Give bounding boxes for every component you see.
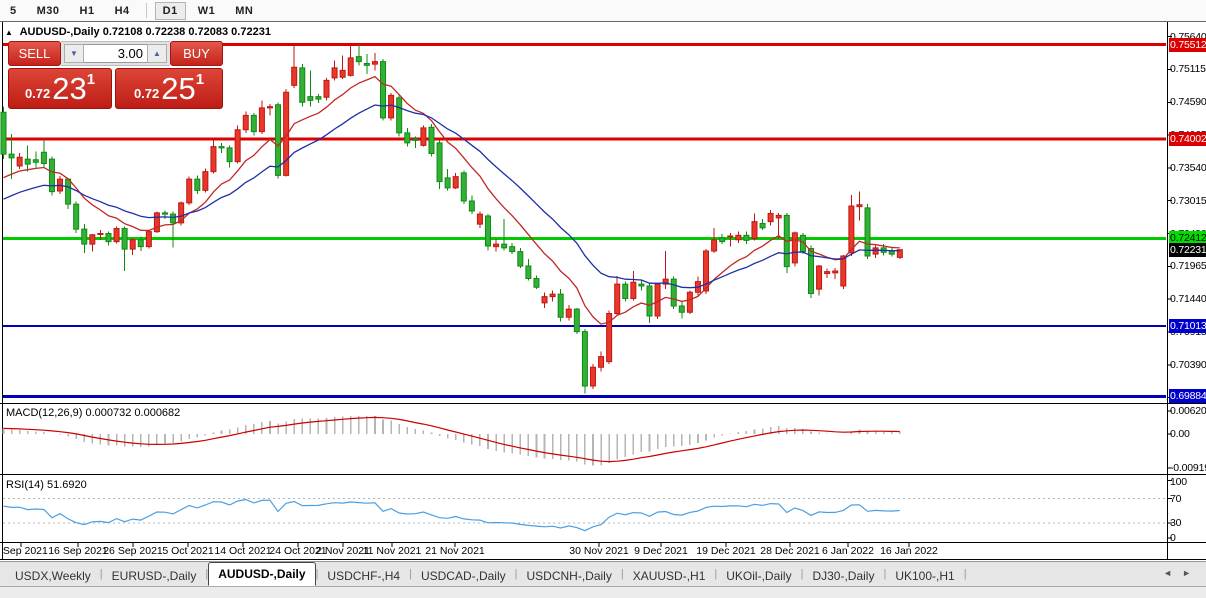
date-tick-label: 30 Nov 2021 — [569, 545, 629, 557]
volume-stepper: ▼ ▲ — [61, 41, 170, 66]
chart-ohlc-values: 0.72108 0.72238 0.72083 0.72231 — [103, 26, 271, 38]
price-level-badge: 0.72231 — [1169, 243, 1206, 257]
macd-tick-label: -0.009197 — [1170, 462, 1206, 474]
buy-price-pip: 1 — [196, 71, 204, 88]
buy-price-box[interactable]: 0.72 25 1 — [115, 68, 223, 109]
volume-input[interactable] — [84, 44, 147, 63]
sell-price-big: 23 — [52, 73, 86, 104]
date-tick-label: 19 Dec 2021 — [696, 545, 756, 557]
price-level-badge: 0.75512 — [1169, 38, 1206, 52]
tab-scroll-left-icon[interactable]: ◄ — [1163, 568, 1182, 578]
price-level-badge: 0.71013 — [1169, 319, 1206, 333]
price-tick-label: 0.73015 — [1170, 195, 1206, 207]
rsi-tick-label: 70 — [1170, 493, 1181, 505]
price-tick-label: 0.74590 — [1170, 96, 1206, 108]
date-tick-label: 11 Nov 2021 — [363, 545, 422, 557]
sell-price-small: 0.72 — [25, 86, 50, 101]
buy-button[interactable]: BUY — [170, 41, 223, 66]
date-tick-label: 5 Oct 2021 — [162, 545, 213, 557]
price-tick-label: 0.71965 — [1170, 260, 1206, 272]
date-tick-label: 7 Sep 2021 — [0, 545, 48, 557]
sell-price-pip: 1 — [87, 71, 95, 88]
sell-price-box[interactable]: 0.72 23 1 — [8, 68, 112, 109]
tab-scroll-arrows: ◄► — [1163, 568, 1201, 578]
price-tick-label: 0.70390 — [1170, 359, 1206, 371]
trading-platform-window: 5M30H1H4D1W1MN ▲ AUDUSD-,Daily 0.72108 0… — [0, 0, 1206, 598]
collapse-chart-icon[interactable]: ▲ — [5, 28, 13, 37]
rsi-tick-label: 0 — [1170, 532, 1176, 544]
macd-tick-label: 0.00 — [1170, 428, 1190, 440]
rsi-tick-label: 100 — [1170, 476, 1187, 488]
macd-tick-label: 0.006201 — [1170, 405, 1206, 417]
date-tick-label: 6 Jan 2022 — [822, 545, 874, 557]
one-click-trading-panel: SELL ▼ ▲ BUY 0.72 23 1 0.72 25 1 — [8, 41, 223, 109]
date-tick-label: 16 Jan 2022 — [880, 545, 938, 557]
chart-symbol-label: AUDUSD-,Daily — [20, 26, 100, 38]
buy-price-small: 0.72 — [134, 86, 159, 101]
date-tick-label: 9 Dec 2021 — [634, 545, 688, 557]
price-level-badge: 0.74002 — [1169, 132, 1206, 146]
date-tick-label: 21 Nov 2021 — [425, 545, 485, 557]
sell-button[interactable]: SELL — [8, 41, 61, 66]
price-tick-label: 0.73540 — [1170, 162, 1206, 174]
date-tick-label: 28 Dec 2021 — [760, 545, 820, 557]
date-tick-label: 16 Sep 2021 — [48, 545, 108, 557]
rsi-indicator-label: RSI(14) 51.6920 — [6, 479, 87, 491]
date-tick-label: 14 Oct 2021 — [214, 545, 271, 557]
tab-scroll-right-icon[interactable]: ► — [1182, 568, 1201, 578]
date-tick-label: 26 Sep 2021 — [103, 545, 163, 557]
chart-title: ▲ AUDUSD-,Daily 0.72108 0.72238 0.72083 … — [5, 26, 271, 38]
price-tick-label: 0.71440 — [1170, 293, 1206, 305]
rsi-tick-label: 30 — [1170, 517, 1181, 529]
volume-decrease-button[interactable]: ▼ — [64, 44, 84, 63]
price-level-badge: 0.69884 — [1169, 389, 1206, 403]
price-tick-label: 0.75115 — [1170, 63, 1206, 75]
volume-increase-button[interactable]: ▲ — [147, 44, 167, 63]
buy-price-big: 25 — [161, 73, 195, 104]
macd-indicator-label: MACD(12,26,9) 0.000732 0.000682 — [6, 407, 180, 419]
